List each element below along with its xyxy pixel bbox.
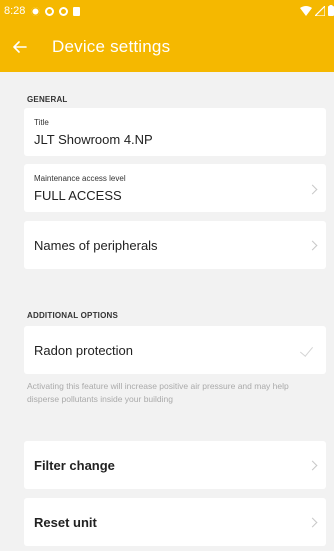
back-arrow-icon[interactable]	[0, 22, 40, 72]
status-bar: 8:28	[0, 0, 334, 22]
radon-protection-item[interactable]: Radon protection	[24, 326, 326, 374]
chevron-right-icon	[308, 240, 318, 252]
maintenance-access-label: Maintenance access level	[34, 174, 126, 183]
filter-change-item[interactable]: Filter change	[24, 441, 326, 489]
app-bar: Device settings	[0, 22, 334, 72]
chevron-right-icon	[308, 517, 318, 529]
maintenance-access-value: FULL ACCESS	[34, 188, 122, 203]
wifi-icon	[300, 5, 312, 16]
signal-icon	[315, 5, 325, 16]
status-system-icons	[300, 5, 334, 16]
status-notification-icons	[31, 6, 81, 16]
check-icon[interactable]	[300, 346, 314, 356]
sd-card-notification-icon	[73, 6, 81, 16]
chevron-right-icon	[308, 460, 318, 472]
title-field[interactable]: Title JLT Showroom 4.NP	[24, 108, 326, 156]
radon-helper-text: Activating this feature will increase po…	[27, 381, 289, 404]
battery-icon	[328, 5, 334, 16]
additional-options-section-heading: ADDITIONAL OPTIONS	[27, 311, 119, 320]
status-time: 8:28	[4, 5, 26, 17]
page-title: Device settings	[52, 37, 171, 56]
reset-unit-item[interactable]: Reset unit	[24, 498, 326, 546]
shield-notification-icon	[45, 6, 55, 16]
chevron-right-icon	[308, 184, 318, 196]
reset-unit-label: Reset unit	[34, 515, 97, 530]
at-notification-icon	[59, 6, 69, 16]
radon-protection-label: Radon protection	[34, 343, 134, 358]
filter-change-label: Filter change	[34, 458, 115, 473]
settings-notification-icon	[31, 6, 41, 16]
names-of-peripherals-label: Names of peripherals	[34, 238, 158, 253]
maintenance-access-item[interactable]: Maintenance access level FULL ACCESS	[24, 164, 326, 212]
title-field-label: Title	[34, 118, 49, 127]
general-section-heading: GENERAL	[27, 95, 68, 104]
title-field-value: JLT Showroom 4.NP	[34, 132, 153, 147]
names-of-peripherals-item[interactable]: Names of peripherals	[24, 221, 326, 269]
